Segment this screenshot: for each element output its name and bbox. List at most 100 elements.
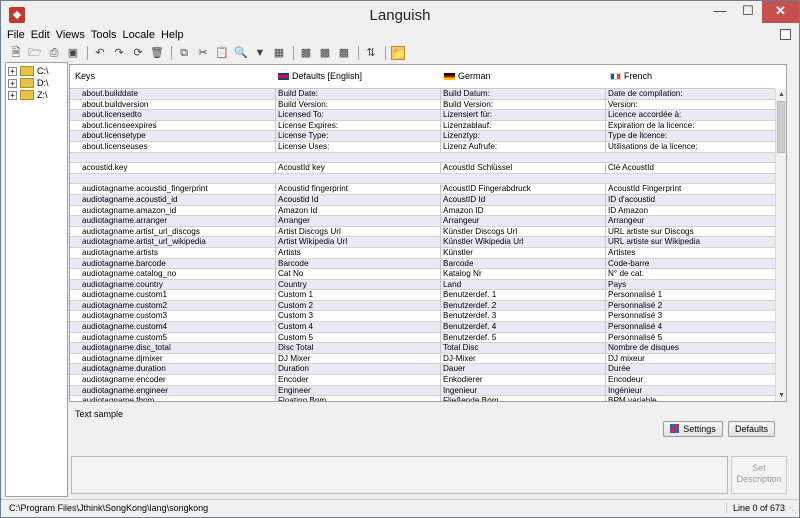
table-row[interactable]: about.builddate Build Date: Build Datum: Da… [70,89,775,100]
table-row[interactable]: audiotagname.custom2 Custom 2 Benutzerdef.… [70,300,775,312]
cell-key[interactable]: audiotagname.artist_url_wikipedia [82,237,272,248]
cell-default[interactable]: Amazon Id [275,205,438,217]
cell-default[interactable]: Artist Wikipedia Url [275,237,438,248]
cell-key[interactable]: audiotagname.fbpm [82,396,272,401]
cell-german[interactable]: Benutzerdef. 1 [440,290,603,301]
cell-german[interactable]: Dauer [440,364,603,376]
cell-default[interactable]: Floating Bpm [275,396,438,401]
redo-icon[interactable]: ↷ [112,46,126,60]
refresh-icon[interactable]: ⟳ [131,46,145,60]
cell-default[interactable]: DJ Mixer [275,353,438,365]
cell-french[interactable]: Durée [605,364,775,376]
cell-key[interactable]: audiotagname.djmixer [82,354,272,365]
cell-key[interactable]: audiotagname.artists [82,248,272,259]
scroll-up-icon[interactable]: ▲ [776,89,786,100]
table-row[interactable]: audiotagname.catalog_no Cat No Katalog Nr N… [70,269,775,280]
copy-icon[interactable]: ⧉ [177,46,191,60]
table-icon[interactable]: ▦ [272,46,286,60]
cell-german[interactable]: Barcode [440,258,603,270]
cell-german[interactable]: DJ-Mixer [440,353,603,365]
cell-german[interactable]: Benutzerdef. 5 [440,332,603,344]
cell-key[interactable]: audiotagname.duration [82,364,272,375]
cell-french[interactable]: AcoustId Fingerprint [605,184,775,195]
expand-icon[interactable]: + [8,78,17,88]
set-description-button[interactable]: Set Description [731,456,787,494]
undo-icon[interactable]: ↶ [93,46,107,60]
minimize-button[interactable]: — [706,1,734,23]
cell-default[interactable]: Acoustid fingerprint [275,184,438,195]
table-row[interactable]: audiotagname.barcode Barcode Barcode Code-b… [70,258,775,270]
cell-key[interactable]: audiotagname.country [82,280,272,291]
cell-default[interactable]: Acoustid Id [275,194,438,206]
cell-french[interactable]: N° de cat. [605,269,775,280]
sort-dropdown-icon[interactable]: ⇅ [364,46,378,60]
table-row[interactable]: audiotagname.encoder Encoder Enkodierer Enc… [70,375,775,386]
cell-french[interactable]: Ingénieur [605,385,775,397]
cell-key[interactable]: audiotagname.artist_url_discogs [82,227,272,238]
scroll-down-icon[interactable]: ▼ [776,390,786,401]
table-row[interactable] [70,173,775,185]
cell-french[interactable]: Personnalisé 3 [605,311,775,323]
cell-german[interactable]: Benutzerdef. 3 [440,311,603,323]
print-icon[interactable]: ⎙ [47,46,61,60]
table-row[interactable]: audiotagname.custom1 Custom 1 Benutzerdef.… [70,290,775,301]
cell-default[interactable]: AcoustId key [275,163,438,174]
menu-help[interactable]: Help [161,29,184,41]
cell-key[interactable]: audiotagname.catalog_no [82,269,272,280]
filter-icon[interactable]: ▼ [253,46,267,60]
defaults-button[interactable]: Defaults [728,421,775,437]
table-row[interactable]: audiotagname.custom5 Custom 5 Benutzerdef.… [70,332,775,344]
cell-french[interactable]: Pays [605,279,775,291]
cell-french[interactable]: Licence accordée à: [605,110,775,121]
cell-french[interactable]: Arrangeur [605,216,775,227]
close-button[interactable]: ✕ [762,1,799,23]
cell-french[interactable]: Clé AcoustId [605,163,775,174]
paste-icon[interactable]: 📋 [215,46,229,60]
table-row[interactable] [70,152,775,164]
table-row[interactable]: audiotagname.arranger Arranger Arrangeur Ar… [70,216,775,227]
cell-german[interactable]: Build Version: [440,99,603,111]
table-row[interactable]: audiotagname.djmixer DJ Mixer DJ-Mixer DJ m… [70,353,775,365]
cell-key[interactable]: audiotagname.barcode [82,259,272,270]
cell-key[interactable]: audiotagname.encoder [82,375,272,386]
cell-default[interactable]: Custom 3 [275,311,438,323]
table-row[interactable]: audiotagname.custom4 Custom 4 Benutzerdef.… [70,322,775,333]
cell-key[interactable]: audiotagname.disc_total [82,343,272,354]
cell-key[interactable]: about.builddate [82,89,272,100]
cell-key[interactable]: acoustid.key [82,163,272,174]
cell-french[interactable]: Utilisations de la licence: [605,141,775,153]
tree-item-z[interactable]: + Z:\ [8,89,48,101]
cell-german[interactable]: Lizenztyp: [440,131,603,142]
table-row[interactable]: audiotagname.duration Duration Dauer Durée [70,364,775,376]
cell-default[interactable]: Custom 2 [275,300,438,312]
folder-view-icon[interactable]: 📁 [391,46,406,60]
cell-key[interactable]: audiotagname.arranger [82,216,272,227]
cell-french[interactable]: ID Amazon [605,205,775,217]
cell-german[interactable]: Künstler [440,247,603,259]
cell-german[interactable]: Künstler Discogs Url [440,226,603,238]
expand-icon[interactable]: + [8,90,17,100]
table-row[interactable]: acoustid.key AcoustId key AcoustId Schlüss… [70,163,775,174]
cell-german[interactable]: AcoustID Fingerabdruck [440,184,603,195]
cut-icon[interactable]: ✂ [196,46,210,60]
menu-locale[interactable]: Locale [123,29,155,41]
cell-key[interactable]: audiotagname.acoustid_id [82,195,272,206]
cell-default[interactable]: License Uses: [275,141,438,153]
add-locale-icon[interactable]: ▩ [299,46,313,60]
cell-french[interactable]: Nombre de disques [605,343,775,354]
cell-french[interactable]: Code-barre [605,258,775,270]
cell-default[interactable]: Artists [275,247,438,259]
cell-default[interactable]: Artist Discogs Url [275,226,438,238]
menu-tools[interactable]: Tools [91,29,117,41]
new-file-icon[interactable]: 🗎 [9,46,23,60]
table-row[interactable]: about.licensetype License Type: Lizenztyp:… [70,131,775,142]
cell-default[interactable]: Duration [275,364,438,376]
cell-german[interactable]: Amazon ID [440,205,603,217]
cell-default[interactable]: Custom 4 [275,322,438,333]
cell-key[interactable]: audiotagname.custom3 [82,311,272,322]
cell-french[interactable]: Artistes [605,247,775,259]
cell-french[interactable]: Version: [605,99,775,111]
cell-french[interactable]: Personnalisé 1 [605,290,775,301]
table-row[interactable]: audiotagname.fbpm Floating Bpm Fließende B… [70,396,775,401]
cell-french[interactable]: Expiration de la licence: [605,120,775,132]
